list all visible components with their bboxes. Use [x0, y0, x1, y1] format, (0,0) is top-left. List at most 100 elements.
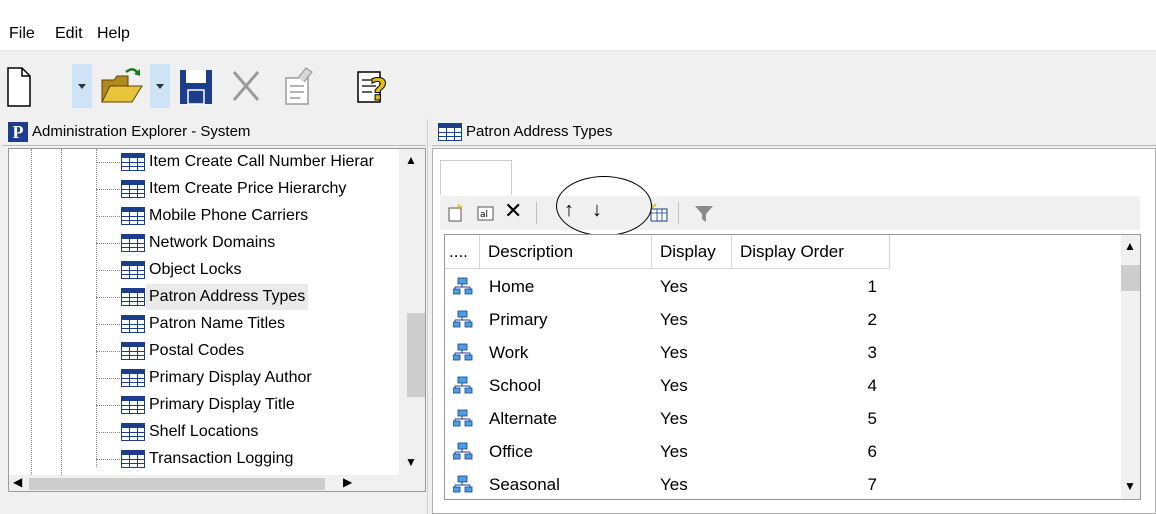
detail-tab[interactable]	[440, 160, 512, 195]
scroll-right-icon[interactable]: ▶	[343, 475, 352, 489]
svg-text:?: ?	[370, 73, 387, 108]
detail-title-bar: Patron Address Types	[432, 119, 1156, 146]
cell-display-order: 6	[867, 442, 877, 461]
table-icon	[121, 369, 145, 387]
cell-description: Primary	[489, 310, 548, 329]
annotation-circle	[556, 176, 652, 236]
help-icon[interactable]: ?	[352, 62, 398, 110]
table-row[interactable]: Primary Yes 2	[445, 303, 890, 336]
address-type-icon	[453, 409, 473, 427]
tree-item-label: Primary Display Author	[149, 369, 312, 386]
tree-item-label: Item Create Price Hierarchy	[149, 180, 347, 197]
menu-edit[interactable]: Edit	[55, 25, 83, 43]
table-row[interactable]: Seasonal Yes 7	[445, 468, 890, 499]
table-icon	[121, 234, 145, 252]
edit-text-icon[interactable]: al	[476, 202, 496, 224]
table-icon	[121, 153, 145, 171]
cell-description: School	[489, 376, 541, 395]
table-icon	[121, 396, 145, 414]
cell-display-order: 2	[867, 310, 877, 329]
menu-file[interactable]: File	[9, 25, 35, 43]
column-header-display[interactable]: Display	[652, 235, 732, 269]
address-type-icon	[453, 277, 473, 295]
address-type-icon	[453, 442, 473, 460]
table-icon	[438, 123, 462, 141]
tree-item-label: Object Locks	[149, 261, 242, 278]
grid-scroll-thumb[interactable]	[1121, 265, 1140, 291]
cell-display: Yes	[660, 409, 688, 428]
app-logo-icon: P	[8, 122, 28, 142]
tree-item-label: Network Domains	[149, 234, 276, 251]
cell-display: Yes	[660, 310, 688, 329]
svg-text:al: al	[480, 210, 488, 220]
delete-icon[interactable]	[226, 62, 266, 110]
cell-display: Yes	[660, 277, 688, 296]
scroll-down-icon[interactable]: ▼	[405, 455, 417, 469]
menu-help[interactable]: Help	[97, 25, 130, 43]
menu-bar: File Edit Help	[0, 0, 1156, 51]
cell-display-order: 5	[867, 409, 877, 428]
table-icon	[121, 450, 145, 468]
column-header-description[interactable]: Description	[480, 235, 652, 269]
table-icon	[121, 180, 145, 198]
cell-description: Work	[489, 343, 529, 362]
cell-display-order: 3	[867, 343, 877, 362]
tree-item-label: Primary Display Title	[149, 396, 295, 413]
tree-vertical-scrollbar[interactable]: ▲ ▼	[399, 149, 425, 475]
main-toolbar: ?	[0, 52, 1156, 118]
address-types-grid[interactable]: .... Description Display Display Order H…	[444, 234, 1141, 500]
open-dropdown-button[interactable]	[150, 64, 170, 108]
tree-item-label: Item Create Call Number Hierar	[149, 153, 374, 170]
tree-item-label: Patron Name Titles	[149, 315, 286, 332]
table-icon	[121, 261, 145, 279]
tree-item-label: Postal Codes	[149, 342, 245, 359]
detail-title: Patron Address Types	[466, 123, 613, 140]
delete-x-icon[interactable]: ✕	[504, 198, 522, 224]
address-type-icon	[453, 475, 473, 493]
grid-vertical-scrollbar[interactable]: ▲ ▼	[1121, 235, 1140, 499]
new-dropdown-button[interactable]	[72, 64, 92, 108]
grid-scroll-down-icon[interactable]: ▼	[1124, 479, 1136, 493]
cell-display-order: 7	[867, 475, 877, 494]
grid-scroll-up-icon[interactable]: ▲	[1124, 239, 1136, 253]
cell-description: Seasonal	[489, 475, 560, 494]
table-icon	[121, 423, 145, 441]
cell-display: Yes	[660, 376, 688, 395]
address-type-icon	[453, 376, 473, 394]
scroll-left-icon[interactable]: ◀	[13, 475, 22, 489]
new-document-icon[interactable]	[4, 62, 34, 110]
table-row[interactable]: Office Yes 6	[445, 435, 890, 468]
table-row[interactable]: Work Yes 3	[445, 336, 890, 369]
tree-scroll-thumb[interactable]	[407, 313, 425, 397]
table-row[interactable]: Home Yes 1	[445, 270, 890, 303]
properties-icon[interactable]	[278, 62, 318, 110]
cell-display: Yes	[660, 475, 688, 494]
table-row[interactable]: School Yes 4	[445, 369, 890, 402]
filter-icon[interactable]	[694, 204, 714, 224]
save-icon[interactable]	[176, 62, 216, 110]
new-row-icon[interactable]	[446, 202, 466, 224]
tree-item-label: Patron Address Types	[146, 284, 309, 310]
cell-display: Yes	[660, 442, 688, 461]
table-icon	[121, 288, 145, 306]
table-row[interactable]: Alternate Yes 5	[445, 402, 890, 435]
column-header-selector[interactable]: ....	[445, 235, 480, 269]
column-header-display-order[interactable]: Display Order	[732, 235, 890, 269]
cell-display-order: 1	[867, 277, 877, 296]
table-icon	[121, 315, 145, 333]
explorer-title: Administration Explorer - System	[32, 123, 251, 140]
address-type-icon	[453, 343, 473, 361]
table-icon	[121, 342, 145, 360]
cell-description: Office	[489, 442, 534, 461]
tree-hscroll-thumb[interactable]	[29, 478, 325, 490]
scroll-up-icon[interactable]: ▲	[405, 153, 417, 167]
explorer-title-bar: P Administration Explorer - System	[2, 119, 426, 146]
cell-description: Home	[489, 277, 535, 296]
tree-item-label: Mobile Phone Carriers	[149, 207, 309, 224]
cell-display: Yes	[660, 343, 688, 362]
tree-item-label: Transaction Logging	[149, 450, 294, 467]
explorer-tree[interactable]: Item Create Call Number Hierar Item Creat…	[8, 148, 426, 492]
tree-item-label: Shelf Locations	[149, 423, 259, 440]
open-folder-icon[interactable]	[100, 62, 146, 110]
address-type-icon	[453, 310, 473, 328]
